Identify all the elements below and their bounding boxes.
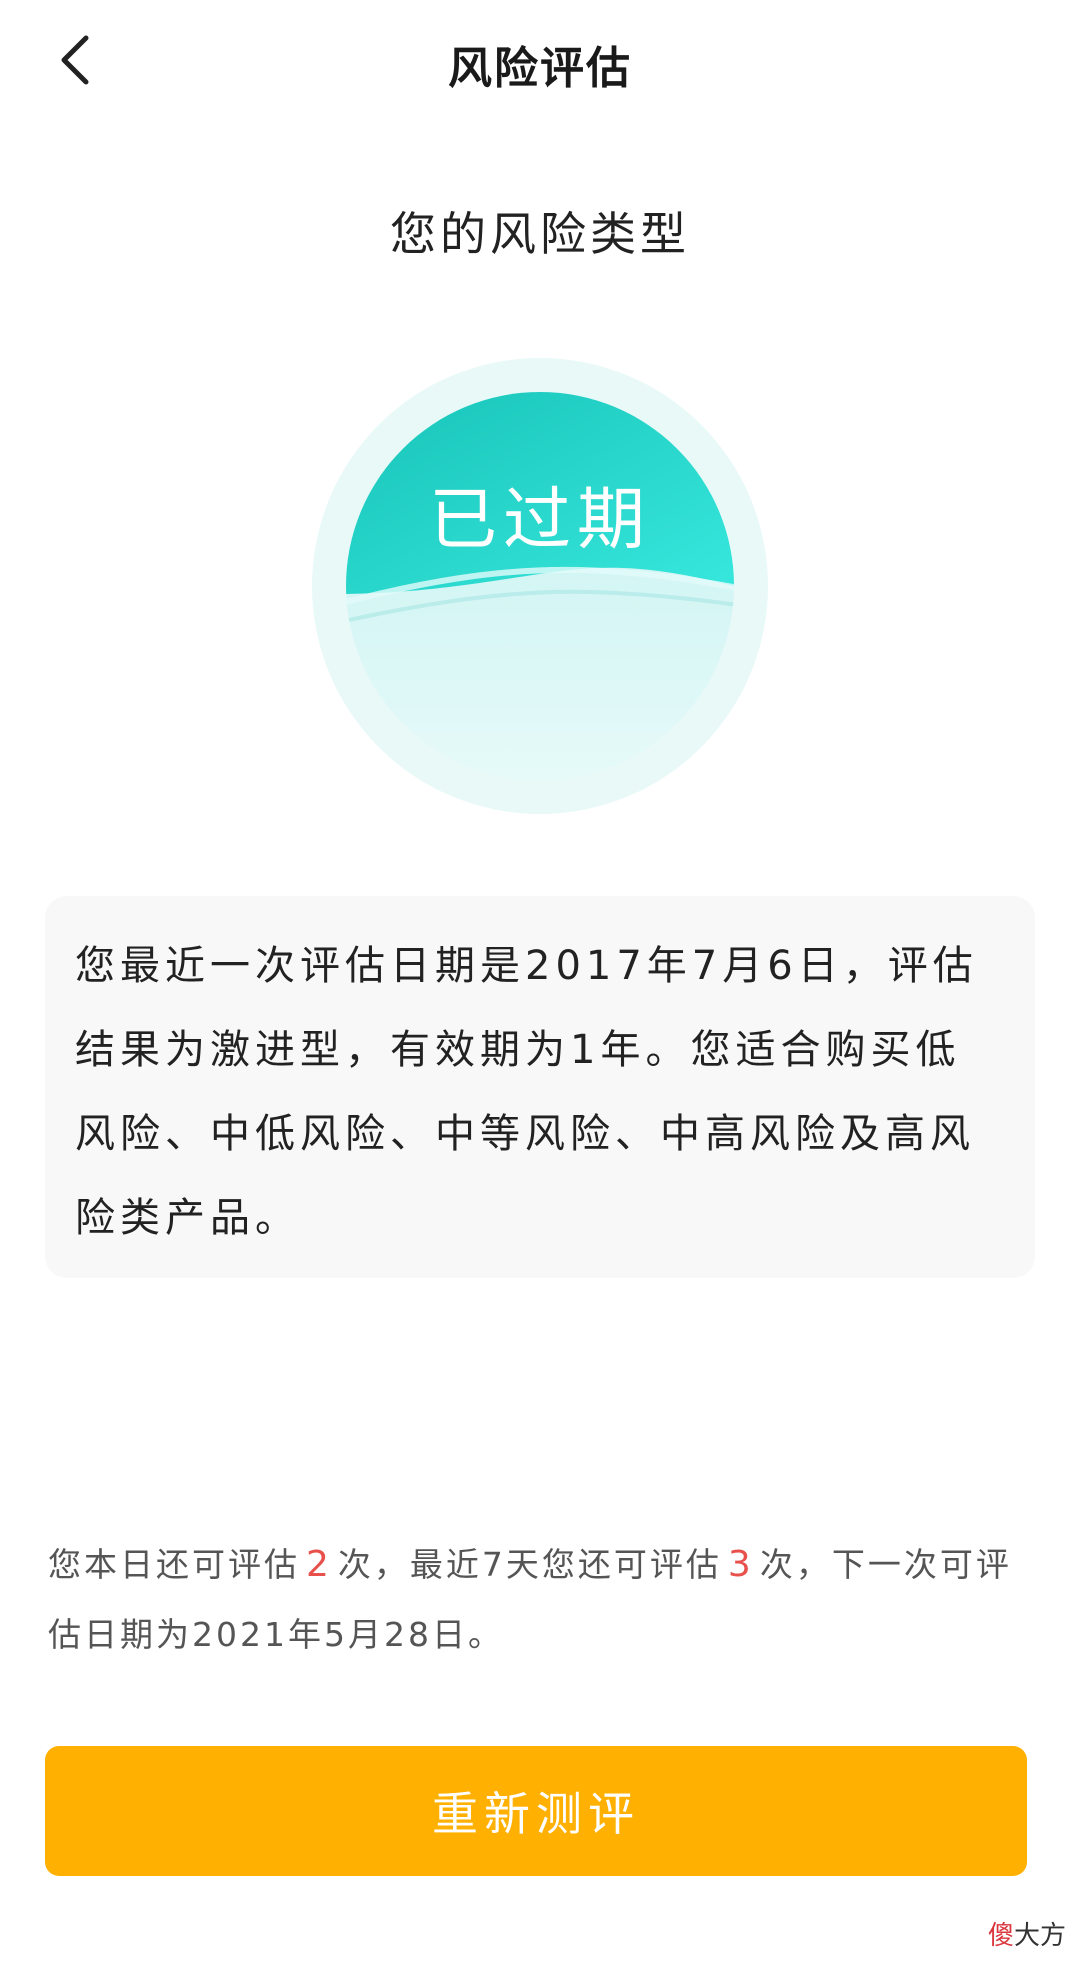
assessment-quota-text: 您本日还可评估 2 次，最近7天您还可评估 3 次，下一次可评估日期为2021年5月28…: [48, 1530, 1038, 1670]
assessment-info-card: 您最近一次评估日期是2017年7月6日，评估结果为激进型，有效期为1年。您适合购…: [45, 896, 1035, 1278]
nav-bar: 风险评估: [0, 0, 1080, 128]
page-title: 风险评估: [448, 43, 632, 94]
assessment-info-text: 您最近一次评估日期是2017年7月6日，评估结果为激进型，有效期为1年。您适合购…: [75, 943, 978, 1241]
retest-button[interactable]: 重新测评: [45, 1746, 1027, 1876]
watermark-part: 大方: [1013, 1921, 1066, 1951]
watermark: 傻大方: [988, 1915, 1066, 1952]
quota-text-part: 次，最近7天您还可评估: [337, 1545, 722, 1584]
badge-graphic: [312, 358, 768, 814]
risk-type-heading: 您的风险类型: [390, 207, 690, 261]
watermark-part: 傻: [987, 1921, 1014, 1951]
risk-status-badge: 已过期: [310, 356, 770, 816]
today-remaining-count: 2: [306, 1544, 332, 1585]
badge-status-label: 已过期: [428, 481, 651, 560]
week-remaining-count: 3: [727, 1544, 754, 1585]
quota-text-part: 您本日还可评估: [48, 1545, 300, 1584]
